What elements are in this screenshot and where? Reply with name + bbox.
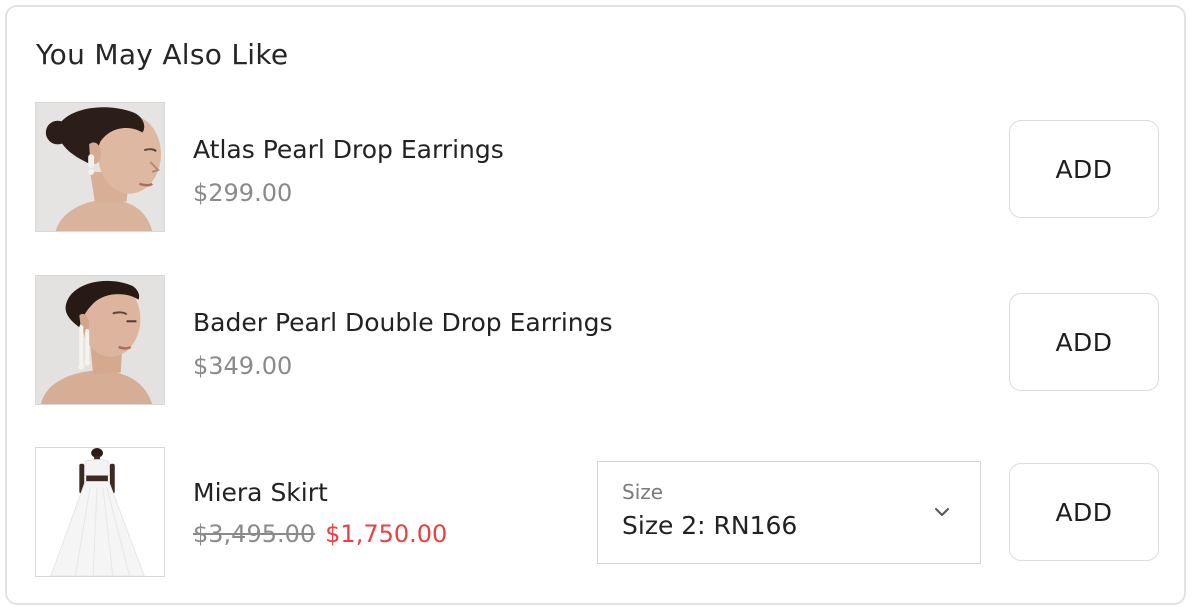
product-image[interactable] (35, 275, 165, 405)
add-to-cart-button[interactable]: ADD (1009, 463, 1159, 561)
add-to-cart-button[interactable]: ADD (1009, 120, 1159, 218)
recommendations-card: You May Also Like Atlas Pearl Drop Earri… (5, 5, 1186, 605)
original-price: $3,495.00 (193, 520, 316, 548)
product-price: $3,495.00 $1,750.00 (193, 519, 447, 549)
product-price: $299.00 (193, 179, 293, 207)
size-select-caption: Size (622, 480, 664, 504)
product-row-atlas-earrings: Atlas Pearl Drop Earrings $299.00 ADD (7, 102, 1184, 232)
product-name[interactable]: Atlas Pearl Drop Earrings (193, 134, 504, 166)
product-row-bader-earrings: Bader Pearl Double Drop Earrings $349.00… (7, 275, 1184, 405)
sale-price: $1,750.00 (325, 520, 448, 548)
product-name[interactable]: Bader Pearl Double Drop Earrings (193, 307, 613, 339)
product-image[interactable] (35, 447, 165, 577)
size-select-value: Size 2: RN166 (622, 511, 798, 540)
add-to-cart-button[interactable]: ADD (1009, 293, 1159, 391)
product-name[interactable]: Miera Skirt (193, 477, 328, 509)
product-image[interactable] (35, 102, 165, 232)
chevron-down-icon (935, 508, 949, 516)
product-price: $349.00 (193, 352, 293, 380)
size-select[interactable]: Size Size 2: RN166 (597, 461, 981, 564)
product-row-miera-skirt: Miera Skirt $3,495.00 $1,750.00 Size Size… (7, 447, 1184, 577)
section-title: You May Also Like (36, 38, 289, 71)
